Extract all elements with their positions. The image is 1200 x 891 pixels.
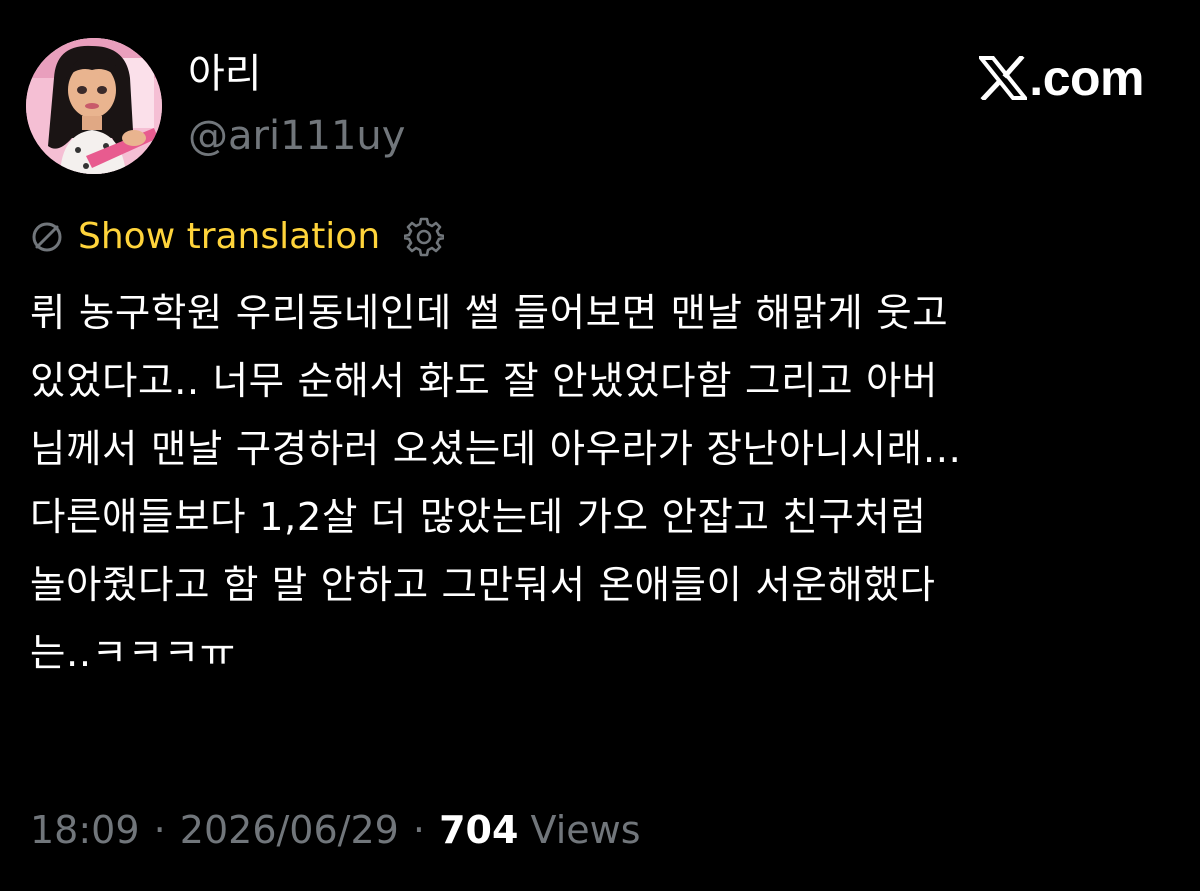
tweet-time[interactable]: 18:09 xyxy=(30,808,140,852)
gear-icon[interactable] xyxy=(404,217,445,257)
views-label: Views xyxy=(530,808,641,852)
tweet-text-line: 다른애들보다 1,2살 더 많았는데 가오 안잡고 친구처럼 xyxy=(30,495,927,540)
tweet-text-line: 님께서 맨날 구경하러 오셨는데 아우라가 장난아니시래… xyxy=(30,427,962,472)
tweet-text: 뤼 농구학원 우리동네인데 썰 들어보면 맨날 해맑게 웃고 있었다고.. 너무… xyxy=(30,280,1180,688)
tweet-text-line: 있었다고.. 너무 순해서 화도 잘 안냈었다함 그리고 아버 xyxy=(30,359,938,404)
tweet-date[interactable]: 2026/06/29 xyxy=(180,808,399,852)
author-display-name[interactable]: 아리 xyxy=(188,50,262,98)
avatar-image xyxy=(26,38,162,174)
author-handle[interactable]: @ari111uy xyxy=(188,112,405,160)
tweet-text-line: 뤼 농구학원 우리동네인데 썰 들어보면 맨날 해맑게 웃고 xyxy=(30,291,949,336)
tweet-text-line: 는..ㅋㅋㅋㅠ xyxy=(30,631,236,676)
brand-domain-text: .com xyxy=(1029,50,1144,106)
translation-row: Show translation xyxy=(30,212,445,262)
x-logo-icon xyxy=(979,56,1028,100)
tweet-metadata: 18:09 · 2026/06/29 · 704 Views xyxy=(30,804,641,856)
x-brand-logo: .com xyxy=(979,46,1144,110)
meta-separator: · xyxy=(412,808,426,852)
meta-separator: · xyxy=(153,808,166,852)
avatar[interactable] xyxy=(26,38,162,174)
show-translation-link[interactable]: Show translation xyxy=(78,212,380,262)
tweet-text-line: 놀아줬다고 함 말 안하고 그만둬서 온애들이 서운해했다 xyxy=(30,563,936,608)
no-translate-icon xyxy=(32,222,62,252)
views-count[interactable]: 704 xyxy=(439,808,518,852)
